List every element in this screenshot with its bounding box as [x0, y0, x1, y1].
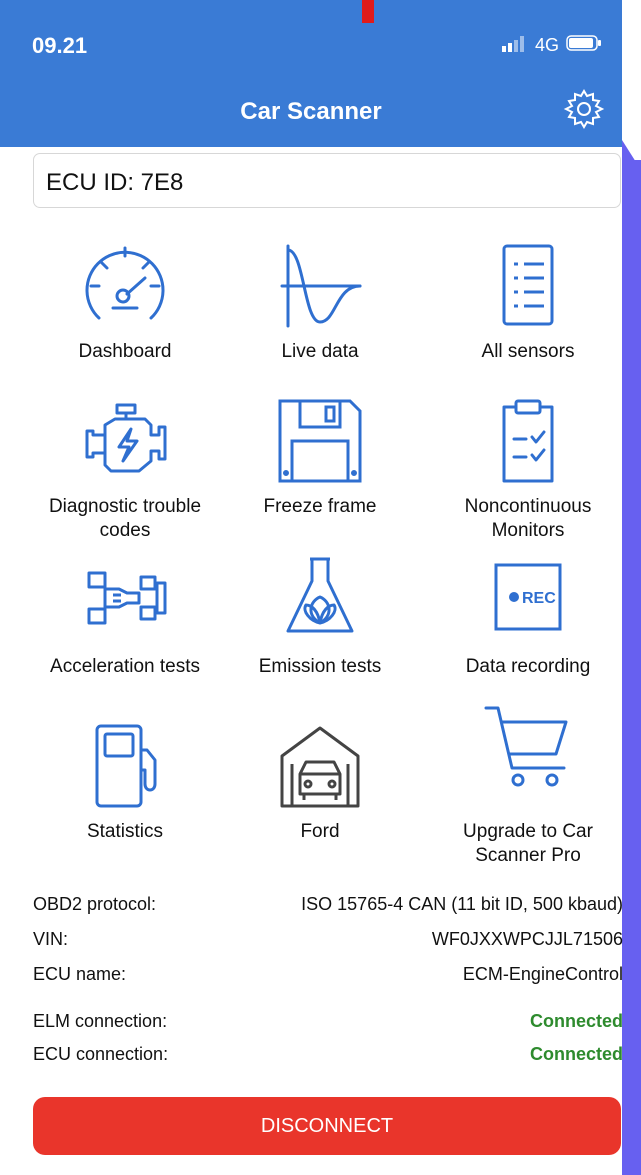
ecu-connection-status: Connected [529, 1044, 623, 1064]
tile-all-sensors[interactable]: All sensors [433, 240, 623, 395]
ecu-name-label: ECU name: [33, 964, 127, 984]
red-marker [362, 0, 374, 23]
tile-label: Upgrade to Car Scanner Pro [463, 821, 593, 866]
clipboard-checklist-icon [502, 399, 554, 483]
garage-car-icon [280, 726, 360, 808]
sine-wave-icon [280, 244, 362, 328]
tile-data-recording[interactable]: REC Data recording [433, 563, 623, 718]
elm-connection-status: Connected [529, 1011, 623, 1031]
fuel-pump-icon [95, 724, 157, 808]
gear-icon[interactable] [562, 87, 606, 131]
ecu-id-field[interactable]: ECU ID: 7E8 [33, 153, 621, 208]
network-type: 4G [535, 35, 560, 55]
tile-noncontinuous-monitors[interactable]: Noncontinuous Monitors [433, 395, 623, 550]
tile-label: Dashboard [78, 341, 172, 362]
tile-label: Diagnostic trouble codes [48, 496, 202, 541]
tile-statistics[interactable]: Statistics [30, 720, 220, 875]
tile-freeze-frame[interactable]: Freeze frame [225, 395, 415, 550]
ecu-connection-label: ECU connection: [33, 1044, 169, 1064]
protocol-value: ISO 15765-4 CAN (11 bit ID, 500 kbaud) [301, 894, 623, 914]
tile-ford[interactable]: Ford [225, 720, 415, 875]
side-bar [622, 160, 641, 1175]
tile-dashboard[interactable]: Dashboard [30, 240, 220, 395]
race-car-icon [87, 571, 167, 625]
status-time: 09.21 [32, 33, 88, 58]
floppy-disk-icon [278, 399, 362, 483]
flask-leaf-icon [286, 557, 354, 633]
elm-connection-label: ELM connection: [33, 1011, 168, 1031]
vin-value: WF0JXXWPCJJL71506 [431, 929, 623, 949]
tile-label: Live data [281, 341, 359, 362]
tile-label: Freeze frame [263, 496, 377, 517]
app-header: 09.21 4G Car Scanner [0, 0, 622, 147]
list-icon [502, 244, 554, 326]
tile-label: Statistics [86, 821, 164, 842]
tile-label: All sensors [481, 341, 575, 362]
battery-icon [566, 35, 601, 51]
protocol-label: OBD2 protocol: [33, 894, 157, 914]
tile-label: Ford [300, 821, 340, 842]
vin-label: VIN: [33, 929, 69, 949]
rec-icon: REC [494, 563, 562, 631]
shopping-cart-icon [484, 706, 568, 787]
tile-label: Noncontinuous Monitors [464, 496, 592, 541]
engine-icon [85, 403, 167, 473]
tile-label: Data recording [465, 656, 591, 677]
tile-acceleration-tests[interactable]: Acceleration tests [30, 563, 220, 718]
tile-live-data[interactable]: Live data [225, 240, 415, 395]
gauge-icon [85, 246, 165, 320]
rec-badge: REC [522, 590, 556, 607]
tile-upgrade-pro[interactable]: Upgrade to Car Scanner Pro [433, 706, 623, 875]
disconnect-button[interactable]: DISCONNECT [33, 1097, 621, 1155]
tile-diagnostic-trouble-codes[interactable]: Diagnostic trouble codes [30, 395, 220, 550]
signal-icon [502, 36, 524, 52]
ecu-name-value: ECM-EngineControl [462, 964, 623, 984]
tile-label: Emission tests [258, 656, 382, 677]
tile-emission-tests[interactable]: Emission tests [225, 557, 415, 718]
page-title: Car Scanner [240, 98, 382, 125]
tile-label: Acceleration tests [50, 656, 200, 677]
